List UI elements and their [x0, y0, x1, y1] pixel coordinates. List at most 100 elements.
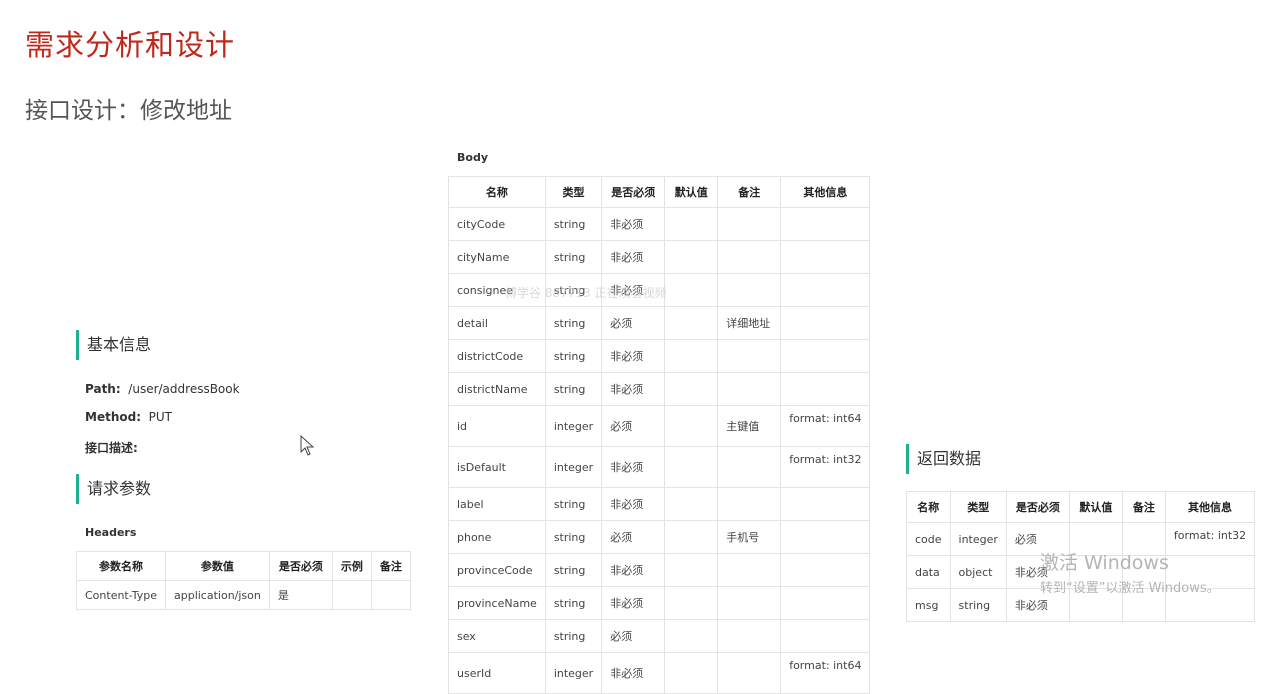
body-cell: sex [448, 619, 546, 653]
body-cell [780, 520, 871, 554]
response-cell: msg [906, 588, 951, 622]
watermark: 博学谷 887713 正在观看视频 [505, 286, 667, 300]
body-cell [664, 487, 719, 521]
page-subtitle: 接口设计：修改地址 [25, 98, 232, 124]
body-cell: string [544, 372, 603, 406]
body-cell: 必须 [601, 619, 666, 653]
body-cell: string [544, 553, 603, 587]
path-row: Path: /user/addressBook [85, 382, 240, 396]
response-heading: 返回数据 [906, 444, 981, 474]
headers-cell: Content-Type [76, 580, 166, 610]
body-row: userId integer 非必须 format: int64 [448, 652, 871, 694]
body-row: isDefault integer 非必须 format: int32 [448, 446, 871, 488]
response-column-header: 类型 [949, 491, 1007, 523]
body-cell: string [544, 339, 603, 373]
body-cell: string [544, 520, 603, 554]
body-cell [780, 553, 871, 587]
body-row: provinceName string 非必须 [448, 586, 871, 620]
path-value: /user/addressBook [128, 382, 240, 396]
basic-info-heading: 基本信息 [76, 330, 151, 360]
page-title: 需求分析和设计 [25, 28, 236, 62]
body-row: label string 非必须 [448, 487, 871, 521]
body-column-header: 默认值 [664, 176, 719, 208]
body-cell: detail [448, 306, 546, 340]
desc-row: 接口描述: [85, 439, 138, 456]
body-row: districtName string 非必须 [448, 372, 871, 406]
body-cell [717, 339, 782, 373]
headers-column-header: 参数值 [164, 551, 270, 581]
body-cell [780, 306, 871, 340]
body-cell: string [544, 207, 603, 241]
body-cell [664, 306, 719, 340]
body-cell [717, 586, 782, 620]
body-cell: format: int64 [780, 652, 871, 694]
headers-cell [331, 580, 372, 610]
body-cell [664, 207, 719, 241]
body-cell [780, 372, 871, 406]
body-cell: format: int64 [780, 405, 871, 447]
request-params-heading: 请求参数 [76, 474, 151, 504]
path-label: Path: [85, 382, 121, 396]
body-cell: 必须 [601, 520, 666, 554]
body-cell: 非必须 [601, 446, 666, 488]
body-cell [780, 586, 871, 620]
body-cell: integer [544, 446, 603, 488]
body-column-header: 其他信息 [780, 176, 871, 208]
response-column-header: 其他信息 [1164, 491, 1256, 523]
body-cell [717, 273, 782, 307]
headers-column-header: 示例 [331, 551, 372, 581]
body-cell: 非必须 [601, 487, 666, 521]
body-cell: string [544, 586, 603, 620]
body-cell [717, 487, 782, 521]
body-row: provinceCode string 非必须 [448, 553, 871, 587]
headers-column-header: 参数名称 [76, 551, 166, 581]
body-cell: provinceName [448, 586, 546, 620]
body-cell [780, 207, 871, 241]
body-cell [664, 520, 719, 554]
body-row: districtCode string 非必须 [448, 339, 871, 373]
body-cell [664, 372, 719, 406]
response-column-header: 名称 [906, 491, 951, 523]
headers-column-header: 备注 [370, 551, 411, 581]
mouse-pointer-icon [300, 435, 315, 456]
body-column-header: 名称 [448, 176, 546, 208]
windows-activation-notice: 激活 Windows 转到“设置”以激活 Windows。 [1040, 548, 1220, 596]
body-cell: 手机号 [717, 520, 782, 554]
body-cell: string [544, 619, 603, 653]
body-label: Body [457, 151, 488, 164]
body-cell: 详细地址 [717, 306, 782, 340]
body-cell: 非必须 [601, 207, 666, 241]
body-cell: 非必须 [601, 372, 666, 406]
body-row: detail string 必须 详细地址 [448, 306, 871, 340]
body-cell [664, 240, 719, 274]
response-cell: integer [949, 522, 1007, 556]
response-column-header: 是否必须 [1005, 491, 1070, 523]
body-cell: 非必须 [601, 339, 666, 373]
activate-title: 激活 Windows [1040, 552, 1169, 574]
body-cell [664, 405, 719, 447]
body-row: cityCode string 非必须 [448, 207, 871, 241]
body-cell: 非必须 [601, 652, 666, 694]
body-column-header: 备注 [717, 176, 782, 208]
body-cell [664, 273, 719, 307]
response-column-header: 默认值 [1068, 491, 1123, 523]
body-cell: id [448, 405, 546, 447]
body-cell: 非必须 [601, 553, 666, 587]
body-cell [664, 339, 719, 373]
method-value: PUT [148, 410, 172, 424]
headers-cell [370, 580, 411, 610]
body-cell: isDefault [448, 446, 546, 488]
body-cell: provinceCode [448, 553, 546, 587]
body-cell: string [544, 306, 603, 340]
method-row: Method: PUT [85, 410, 172, 424]
body-cell: label [448, 487, 546, 521]
activate-hint: 转到“设置”以激活 Windows。 [1040, 581, 1220, 596]
headers-cell: 是 [268, 580, 333, 610]
headers-column-header: 是否必须 [268, 551, 333, 581]
body-cell: userId [448, 652, 546, 694]
body-cell: 主键值 [717, 405, 782, 447]
response-cell: object [949, 555, 1007, 589]
body-column-header: 是否必须 [601, 176, 666, 208]
body-cell: phone [448, 520, 546, 554]
body-cell [717, 553, 782, 587]
